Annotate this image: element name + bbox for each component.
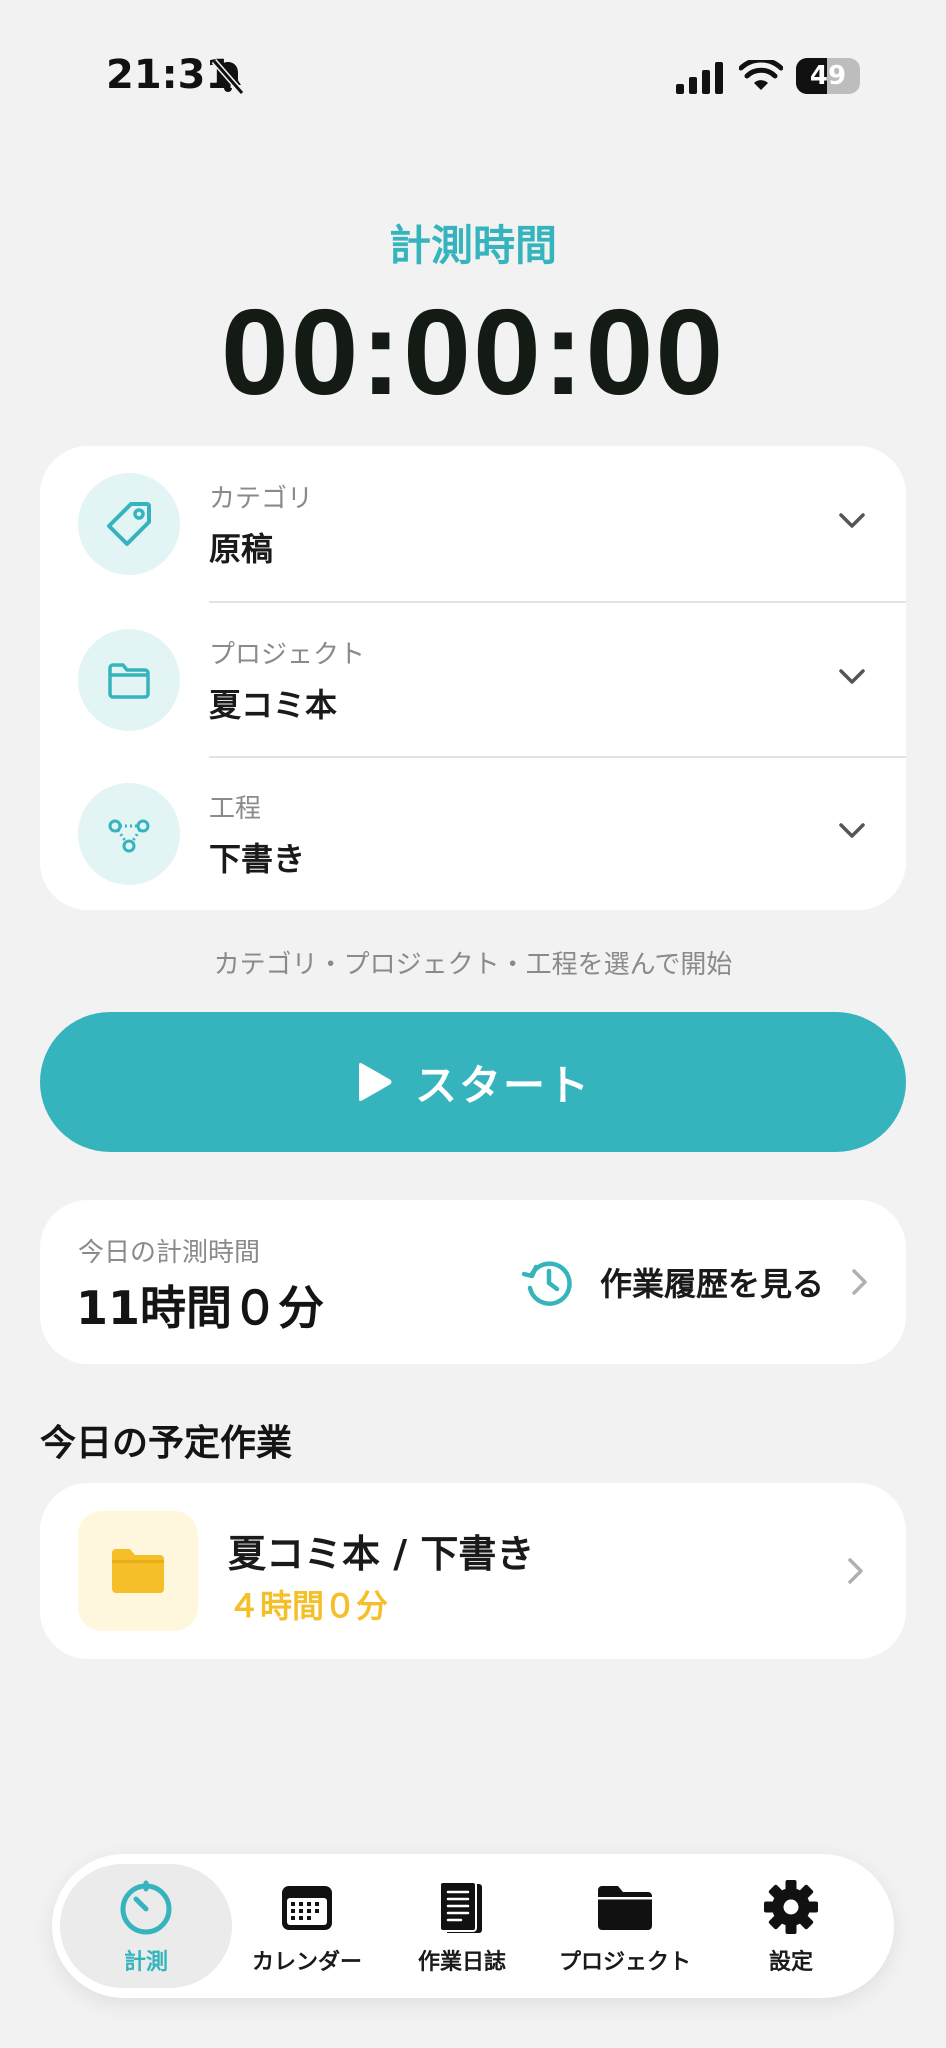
cellular-signal-icon bbox=[676, 62, 723, 94]
folder-icon bbox=[78, 1511, 198, 1631]
task-duration: ４時間０分 bbox=[228, 1587, 389, 1625]
folder-icon bbox=[78, 629, 180, 731]
tab-settings[interactable]: 設定 bbox=[726, 1864, 856, 1988]
start-button-label: スタート bbox=[414, 1060, 591, 1110]
tab-label: 計測 bbox=[123, 1950, 168, 1975]
chevron-right-icon bbox=[852, 1269, 867, 1295]
notebook-icon bbox=[439, 1881, 482, 1933]
tab-label: 作業日誌 bbox=[417, 1950, 506, 1975]
scheduled-task-item[interactable]: 夏コミ本 / 下書き ４時間０分 bbox=[40, 1483, 906, 1659]
tab-work-journal[interactable]: 作業日誌 bbox=[392, 1864, 532, 1988]
wifi-icon bbox=[739, 60, 783, 90]
process-value: 下書き bbox=[209, 840, 306, 878]
bell-muted-icon bbox=[211, 59, 245, 95]
category-label: カテゴリ bbox=[209, 484, 314, 514]
tab-bar: 計測 カレンダー 作業日誌 プロジェクト 設定 bbox=[52, 1854, 894, 1998]
process-nodes-icon bbox=[78, 783, 180, 885]
tab-timer[interactable]: 計測 bbox=[60, 1864, 232, 1988]
scheduled-section-title: 今日の予定作業 bbox=[40, 1423, 293, 1464]
timer-label: 計測時間 bbox=[388, 221, 557, 270]
battery-text: 49 bbox=[809, 61, 847, 91]
chevron-down-icon bbox=[839, 823, 865, 838]
tab-projects[interactable]: プロジェクト bbox=[550, 1864, 700, 1988]
status-bar: 21:31 49 bbox=[0, 0, 946, 150]
category-selector[interactable]: カテゴリ 原稿 bbox=[40, 446, 906, 601]
chevron-right-icon bbox=[848, 1558, 863, 1584]
calendar-icon bbox=[282, 1886, 332, 1930]
today-total-time: 11時間０分 bbox=[76, 1281, 325, 1335]
selector-card: カテゴリ 原稿 プロジェクト 夏コミ本 工程 下書き bbox=[40, 446, 906, 910]
category-value: 原稿 bbox=[209, 530, 274, 568]
tag-icon bbox=[78, 473, 180, 575]
project-value: 夏コミ本 bbox=[209, 686, 338, 724]
today-summary-card: 今日の計測時間 11時間０分 作業履歴を見る bbox=[40, 1200, 906, 1364]
selection-hint: カテゴリ・プロジェクト・工程を選んで開始 bbox=[213, 950, 733, 980]
timer-icon bbox=[120, 1880, 172, 1935]
tab-label: カレンダー bbox=[251, 1950, 362, 1975]
project-label: プロジェクト bbox=[209, 640, 366, 670]
process-selector[interactable]: 工程 下書き bbox=[40, 756, 906, 911]
view-history-label: 作業履歴を見る bbox=[599, 1265, 824, 1303]
folder-icon bbox=[598, 1886, 652, 1930]
task-title: 夏コミ本 / 下書き bbox=[228, 1532, 535, 1576]
play-icon bbox=[358, 1063, 392, 1101]
tab-label: プロジェクト bbox=[558, 1950, 691, 1975]
start-button[interactable]: スタート bbox=[40, 1012, 906, 1152]
view-history-link[interactable]: 作業履歴を見る bbox=[520, 1252, 872, 1312]
project-selector[interactable]: プロジェクト 夏コミ本 bbox=[40, 602, 906, 757]
timer-display: 00:00:00 bbox=[220, 284, 726, 420]
chevron-down-icon bbox=[839, 669, 865, 684]
tab-calendar[interactable]: カレンダー bbox=[232, 1864, 382, 1988]
tab-label: 設定 bbox=[768, 1950, 813, 1975]
gear-icon bbox=[764, 1880, 818, 1934]
history-icon bbox=[521, 1261, 572, 1306]
battery-indicator: 49 bbox=[796, 58, 860, 94]
chevron-down-icon bbox=[839, 513, 865, 528]
process-label: 工程 bbox=[209, 794, 262, 824]
today-label: 今日の計測時間 bbox=[78, 1238, 261, 1268]
